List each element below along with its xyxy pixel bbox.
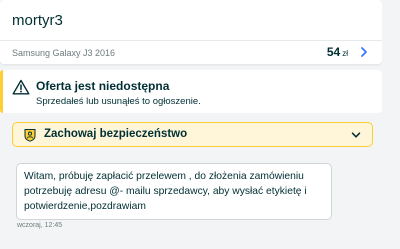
chevron-right-icon[interactable] — [358, 46, 370, 58]
price: 54 zł — [327, 45, 348, 59]
message-timestamp: wczoraj, 12:45 — [17, 222, 63, 229]
conversation-header: mortyr3 Samsung Galaxy J3 2016 54 zł — [0, 0, 382, 64]
shield-icon — [24, 129, 36, 142]
product-title[interactable]: Samsung Galaxy J3 2016 — [12, 48, 115, 58]
scrollbar-track[interactable] — [382, 0, 400, 249]
safety-accordion[interactable]: Zachowaj bezpieczeństwo — [12, 122, 373, 147]
price-currency: zł — [342, 49, 348, 58]
warning-icon — [12, 79, 30, 95]
notice-title: Oferta jest niedostępna — [36, 79, 170, 93]
notice-subtitle: Sprzedałeś lub usunąłeś to ogłoszenie. — [36, 96, 201, 107]
username[interactable]: mortyr3 — [12, 12, 63, 29]
message-bubble: Witam, próbuję zapłacić przelewem , do z… — [16, 163, 332, 220]
offer-unavailable-notice: Oferta jest niedostępna Sprzedałeś lub u… — [0, 70, 382, 113]
price-value: 54 — [326, 45, 341, 59]
chevron-down-icon[interactable] — [351, 130, 361, 140]
notice-accent-bar — [0, 70, 3, 113]
safety-label: Zachowaj bezpieczeństwo — [44, 128, 188, 140]
header-divider — [0, 40, 382, 41]
